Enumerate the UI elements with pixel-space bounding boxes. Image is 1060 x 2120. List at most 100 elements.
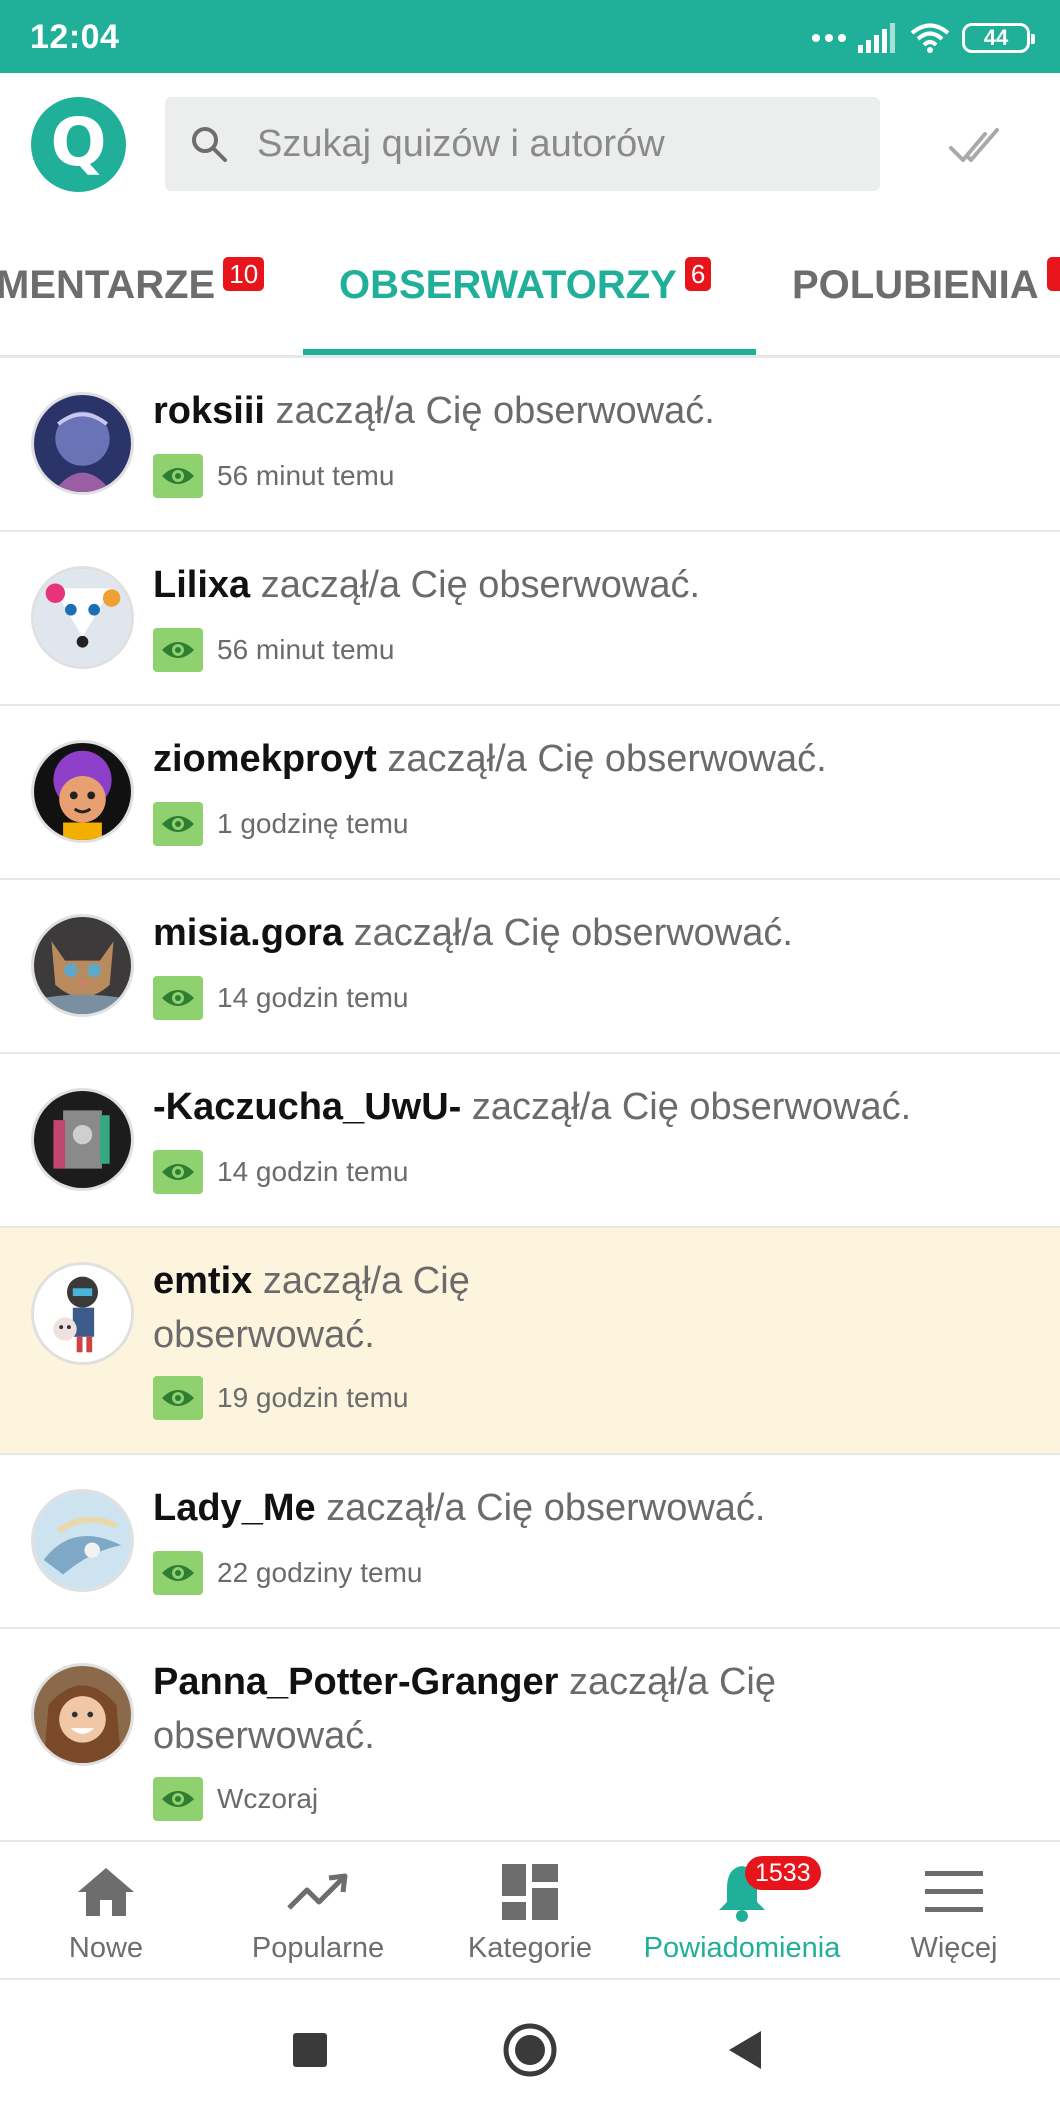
active-tab-indicator bbox=[303, 349, 756, 355]
search-input[interactable] bbox=[257, 122, 857, 166]
action-text: zaczął/a Cię obserwować. bbox=[260, 564, 701, 606]
notification-item[interactable]: emtix zaczął/a Cię obserwować. 19 godzin… bbox=[0, 1228, 1060, 1455]
username[interactable]: roksiii bbox=[153, 390, 265, 432]
tab-label: POLUBIENIA bbox=[792, 263, 1039, 307]
nav-item-nowe[interactable]: Nowe bbox=[0, 1842, 212, 1980]
action-text: zaczął/a Cię bbox=[262, 1260, 470, 1302]
username[interactable]: Lady_Me bbox=[153, 1487, 316, 1529]
avatar[interactable] bbox=[31, 1088, 134, 1191]
username[interactable]: Panna_Potter-Granger bbox=[153, 1661, 558, 1703]
notification-meta: Wczoraj bbox=[153, 1777, 318, 1821]
notification-item[interactable]: misia.gora zaczął/a Cię obserwować. 14 g… bbox=[0, 880, 1060, 1054]
time-text: 22 godziny temu bbox=[217, 1557, 423, 1588]
username[interactable]: Lilixa bbox=[153, 564, 250, 606]
app-header: Q bbox=[0, 73, 1060, 213]
notification-meta: 14 godzin temu bbox=[153, 1150, 408, 1194]
avatar[interactable] bbox=[31, 1663, 134, 1766]
eye-icon bbox=[153, 454, 203, 498]
notification-item[interactable]: Lilixa zaczął/a Cię obserwować. 56 minut… bbox=[0, 532, 1060, 706]
nav-label: Powiadomienia bbox=[643, 1932, 841, 1964]
nav-label: Popularne bbox=[251, 1932, 385, 1964]
nav-label: Więcej bbox=[910, 1932, 998, 1964]
notification-text: roksiii zaczął/a Cię obserwować. bbox=[153, 384, 715, 438]
bell-icon: 1533 bbox=[715, 1856, 821, 1922]
search-box[interactable] bbox=[165, 97, 880, 191]
status-bar: 12:04 44 bbox=[0, 0, 1060, 73]
wifi-icon bbox=[910, 23, 950, 53]
notification-count-badge: 1533 bbox=[745, 1856, 821, 1890]
notification-text: Lady_Me zaczął/a Cię obserwować. bbox=[153, 1481, 766, 1535]
search-icon bbox=[192, 127, 227, 162]
recents-button[interactable] bbox=[280, 2020, 340, 2080]
nav-label: Nowe bbox=[68, 1932, 144, 1964]
tab-followers[interactable]: OBSERWATORZY 6 bbox=[339, 257, 712, 308]
battery-icon: 44 bbox=[962, 23, 1035, 53]
notification-text: Lilixa zaczął/a Cię obserwować. bbox=[153, 558, 700, 612]
notification-item[interactable]: -Kaczucha_UwU- zaczął/a Cię obserwować. … bbox=[0, 1054, 1060, 1228]
mark-all-read-icon[interactable] bbox=[945, 116, 1005, 176]
nav-item-popularne[interactable]: Popularne bbox=[212, 1842, 424, 1980]
action-text: zaczął/a Cię bbox=[569, 1661, 776, 1703]
eye-icon bbox=[153, 1150, 203, 1194]
avatar[interactable] bbox=[31, 1262, 134, 1365]
tab-likes[interactable]: POLUBIENIA bbox=[792, 257, 1060, 308]
eye-icon bbox=[153, 628, 203, 672]
time-text: 56 minut temu bbox=[217, 460, 395, 491]
notification-tabs: MENTARZE 10 OBSERWATORZY 6 POLUBIENIA bbox=[0, 213, 1060, 358]
action-text: zaczął/a Cię obserwować. bbox=[387, 738, 827, 780]
tab-badge: 6 bbox=[684, 257, 712, 291]
tab-badge: 10 bbox=[223, 257, 265, 291]
notification-text: -Kaczucha_UwU- zaczął/a Cię obserwować. bbox=[153, 1080, 911, 1134]
notification-meta: 1 godzinę temu bbox=[153, 802, 408, 846]
action-text: zaczął/a Cię obserwować. bbox=[326, 1487, 766, 1529]
grid-icon bbox=[502, 1862, 558, 1922]
circle-icon bbox=[503, 2023, 557, 2077]
notification-item[interactable]: Lady_Me zaczął/a Cię obserwować. 22 godz… bbox=[0, 1455, 1060, 1629]
avatar[interactable] bbox=[31, 566, 134, 669]
time-text: 56 minut temu bbox=[217, 634, 395, 665]
eye-icon bbox=[153, 976, 203, 1020]
notification-meta: 56 minut temu bbox=[153, 454, 394, 498]
username[interactable]: -Kaczucha_UwU- bbox=[153, 1086, 461, 1128]
trending-icon bbox=[287, 1862, 349, 1922]
action-text: zaczął/a Cię obserwować. bbox=[471, 1086, 912, 1128]
action-text-line2: obserwować. bbox=[153, 1715, 375, 1757]
tab-comments[interactable]: MENTARZE 10 bbox=[0, 257, 265, 308]
home-icon bbox=[76, 1862, 136, 1922]
time-text: 14 godzin temu bbox=[217, 982, 409, 1013]
tab-label: OBSERWATORZY bbox=[339, 263, 677, 307]
action-text: zaczął/a Cię obserwować. bbox=[275, 390, 715, 432]
notification-item[interactable]: ziomekproyt zaczął/a Cię obserwować. 1 g… bbox=[0, 706, 1060, 880]
notification-text: ziomekproyt zaczął/a Cię obserwować. bbox=[153, 732, 827, 786]
home-button[interactable] bbox=[500, 2020, 560, 2080]
avatar[interactable] bbox=[31, 1489, 134, 1592]
avatar[interactable] bbox=[31, 392, 134, 495]
back-button[interactable] bbox=[715, 2020, 775, 2080]
username[interactable]: emtix bbox=[153, 1260, 252, 1302]
notification-list: roksiii zaczął/a Cię obserwować. 56 minu… bbox=[0, 358, 1060, 1856]
nav-item-wiecej[interactable]: Więcej bbox=[848, 1842, 1060, 1980]
back-triangle-icon bbox=[729, 2031, 761, 2069]
eye-icon bbox=[153, 802, 203, 846]
tab-badge bbox=[1046, 257, 1060, 291]
app-logo[interactable]: Q bbox=[31, 97, 126, 192]
eye-icon bbox=[153, 1376, 203, 1420]
avatar[interactable] bbox=[31, 740, 134, 843]
nav-label: Kategorie bbox=[467, 1932, 593, 1964]
notification-item[interactable]: roksiii zaczął/a Cię obserwować. 56 minu… bbox=[0, 358, 1060, 532]
action-text-line2: obserwować. bbox=[153, 1314, 375, 1356]
bottom-navigation: Nowe Popularne Kategorie 1533 Powiadomie… bbox=[0, 1840, 1060, 1980]
nav-item-powiadomienia[interactable]: 1533 Powiadomienia bbox=[636, 1842, 848, 1980]
notification-text: misia.gora zaczął/a Cię obserwować. bbox=[153, 906, 793, 960]
username[interactable]: misia.gora bbox=[153, 912, 343, 954]
notification-item[interactable]: Panna_Potter-Granger zaczął/a Cię obserw… bbox=[0, 1629, 1060, 1856]
eye-icon bbox=[153, 1777, 203, 1821]
nav-item-kategorie[interactable]: Kategorie bbox=[424, 1842, 636, 1980]
action-text: zaczął/a Cię obserwować. bbox=[353, 912, 793, 954]
status-time: 12:04 bbox=[30, 18, 120, 56]
username[interactable]: ziomekproyt bbox=[153, 738, 377, 780]
notification-text: Panna_Potter-Granger zaczął/a Cię obserw… bbox=[153, 1655, 776, 1763]
square-icon bbox=[293, 2033, 327, 2067]
avatar[interactable] bbox=[31, 914, 134, 1017]
status-icons: 44 bbox=[812, 18, 1035, 58]
